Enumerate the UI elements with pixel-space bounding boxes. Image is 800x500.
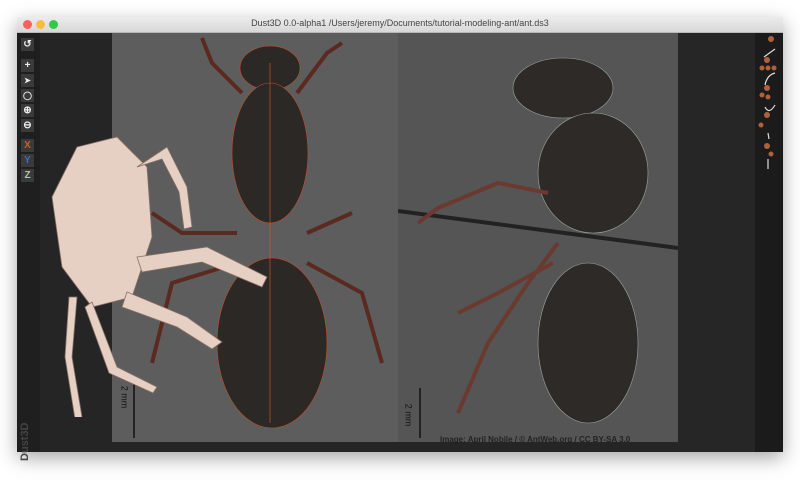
part-thumbnails	[758, 36, 777, 169]
add-icon[interactable]: +	[21, 59, 34, 72]
side-view-canvas[interactable]	[397, 33, 679, 442]
select-pointer-icon[interactable]: ➤	[21, 74, 34, 87]
parts-tree-panel[interactable]	[755, 33, 783, 452]
right-panel	[678, 33, 755, 452]
x-axis-toggle[interactable]: X	[21, 139, 34, 152]
scale-label-right: 2 mm	[403, 403, 414, 427]
image-credit: Image: April Nobile / © AntWeb.org / CC …	[440, 435, 631, 444]
lasso-icon[interactable]: ◯	[21, 89, 34, 102]
zoom-in-icon[interactable]: ⊕	[21, 104, 34, 117]
app-window: Dust3D 0.0-alpha1 /Users/jeremy/Document…	[17, 17, 783, 461]
z-axis-toggle[interactable]: Z	[21, 169, 34, 182]
ant-3d-model-preview	[51, 136, 268, 417]
window-title: Dust3D 0.0-alpha1 /Users/jeremy/Document…	[251, 18, 549, 28]
title-bar: Dust3D 0.0-alpha1 /Users/jeremy/Document…	[17, 17, 783, 33]
undo-icon[interactable]: ↺	[21, 38, 34, 51]
side-ant-reference	[397, 57, 679, 438]
zoom-out-icon[interactable]: ⊖	[21, 119, 34, 132]
brand-watermark: Dust3D	[19, 422, 31, 461]
y-axis-toggle[interactable]: Y	[21, 154, 34, 167]
